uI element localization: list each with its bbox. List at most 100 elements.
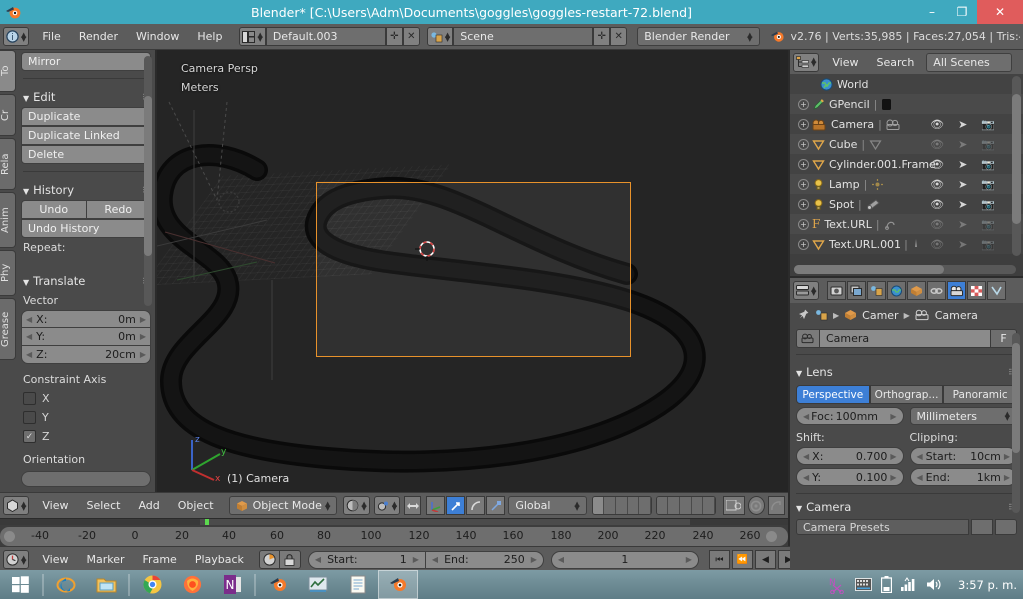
- menu-help[interactable]: Help: [188, 30, 231, 43]
- properties-tab-render-layers[interactable]: [847, 281, 867, 300]
- breadcrumb-object[interactable]: Camer: [862, 309, 898, 322]
- properties-tab-texture[interactable]: [967, 281, 987, 300]
- renderability-camera-icon[interactable]: 📷: [981, 218, 995, 231]
- focal-length-field[interactable]: ◀ Foc: 100mm ▶: [796, 407, 904, 425]
- expand-icon[interactable]: +: [798, 178, 809, 190]
- minimize-button[interactable]: –: [917, 0, 947, 24]
- renderability-camera-icon[interactable]: 📷: [981, 198, 995, 211]
- renderability-camera-icon[interactable]: 📷: [981, 158, 995, 171]
- layer-1[interactable]: [592, 497, 605, 514]
- tab-animation[interactable]: Anim: [0, 192, 16, 248]
- visibility-eye-icon[interactable]: 👁: [930, 178, 944, 191]
- blender-window-icon[interactable]: [378, 570, 418, 599]
- menu-render[interactable]: Render: [70, 30, 127, 43]
- new-scene-button[interactable]: ✛: [593, 27, 611, 46]
- outliner-row-gpencil[interactable]: + GPencil |: [790, 94, 1023, 114]
- render-engine-dropdown[interactable]: Blender Render ▲ ▼: [637, 27, 760, 46]
- panel-header-history[interactable]: ▼History ⠿: [21, 179, 151, 200]
- pivot-point-dropdown[interactable]: ▲ ▼: [373, 496, 401, 515]
- 3d-viewport[interactable]: Camera Persp Meters z y x (1) Camera: [157, 50, 788, 492]
- close-button[interactable]: ✕: [977, 0, 1023, 24]
- outliner-row-cube[interactable]: + Cube | 👁 ➤ 📷: [790, 134, 1023, 154]
- visibility-eye-icon[interactable]: 👁: [930, 138, 944, 151]
- translate-manipulator-button[interactable]: [426, 496, 446, 515]
- tab-tools[interactable]: To: [0, 50, 16, 92]
- menu-view[interactable]: View: [823, 56, 867, 69]
- tab-physics[interactable]: Phy: [0, 250, 16, 296]
- jump-to-start-button[interactable]: ⏮: [708, 550, 730, 569]
- visibility-eye-icon[interactable]: 👁: [930, 218, 944, 231]
- modifier-icon[interactable]: [911, 238, 921, 251]
- properties-tab-render[interactable]: [827, 281, 847, 300]
- blender-icon[interactable]: [258, 570, 298, 599]
- layer-5[interactable]: [639, 497, 651, 514]
- taskbar-clock[interactable]: 3:57 p. m.: [958, 578, 1017, 592]
- outliner-row-cylinder-frame[interactable]: + Cylinder.001.Frame 👁 ➤ 📷: [790, 154, 1023, 174]
- selectability-cursor-icon[interactable]: ➤: [958, 218, 967, 231]
- outliner-vscrollbar[interactable]: [1012, 76, 1021, 256]
- windows-start-icon[interactable]: [0, 570, 40, 599]
- snap-magnet-icon[interactable]: [747, 496, 765, 515]
- menu-playback[interactable]: Playback: [186, 553, 253, 566]
- previous-keyframe-button[interactable]: ⏪: [731, 550, 753, 569]
- maximize-button[interactable]: ❐: [947, 0, 977, 24]
- expand-icon[interactable]: +: [798, 98, 809, 110]
- curve-data-icon[interactable]: [884, 218, 897, 231]
- firefox-icon[interactable]: [172, 570, 212, 599]
- constraint-axis-z-row[interactable]: ✓ Z: [21, 427, 151, 446]
- chrome-icon[interactable]: [132, 570, 172, 599]
- renderability-camera-icon[interactable]: 📷: [981, 238, 995, 251]
- menu-file[interactable]: File: [33, 30, 69, 43]
- record-icon[interactable]: [258, 550, 280, 569]
- transform-orientation-dropdown[interactable]: Global ▲ ▼: [508, 496, 587, 515]
- orientation-dropdown[interactable]: [21, 471, 151, 487]
- panel-header-camera[interactable]: ▼Camera ⠿: [796, 496, 1017, 517]
- menu-marker[interactable]: Marker: [78, 553, 134, 566]
- scene-name-field[interactable]: Scene: [453, 27, 594, 46]
- outliner-hscrollbar[interactable]: [794, 265, 1016, 274]
- onenote-icon[interactable]: N: [212, 570, 252, 599]
- layer-2[interactable]: [604, 497, 616, 514]
- selectability-cursor-icon[interactable]: ➤: [958, 178, 967, 191]
- outliner-row-lamp[interactable]: + Lamp | 👁 ➤ 📷: [790, 174, 1023, 194]
- volume-icon[interactable]: [926, 577, 943, 592]
- manipulator-toggle[interactable]: [404, 496, 422, 515]
- internet-explorer-icon[interactable]: [46, 570, 86, 599]
- delete-screen-layout-button[interactable]: ✕: [402, 27, 420, 46]
- lamp-data-icon[interactable]: [871, 178, 884, 191]
- play-reverse-button[interactable]: ◀: [754, 550, 776, 569]
- menu-object[interactable]: Object: [169, 499, 223, 512]
- lens-type-perspective[interactable]: Perspective: [796, 385, 870, 404]
- mirror-button[interactable]: Mirror: [21, 52, 151, 71]
- checkbox-x[interactable]: [23, 392, 36, 405]
- menu-window[interactable]: Window: [127, 30, 188, 43]
- constraint-axis-x-row[interactable]: X: [21, 389, 151, 408]
- visibility-eye-icon[interactable]: 👁: [930, 198, 944, 211]
- outliner-row-spot[interactable]: + Spot | 👁 ➤ 📷: [790, 194, 1023, 214]
- menu-frame[interactable]: Frame: [134, 553, 186, 566]
- lens-type-orthographic[interactable]: Orthograp...: [869, 385, 944, 404]
- outliner-display-mode-dropdown[interactable]: All Scenes: [926, 52, 1013, 72]
- selectability-cursor-icon[interactable]: ➤: [958, 158, 967, 171]
- lens-type-panoramic[interactable]: Panoramic: [943, 385, 1018, 404]
- layer-3[interactable]: [615, 497, 628, 514]
- scene-icon[interactable]: [815, 309, 828, 322]
- rotate-mode-button[interactable]: [466, 496, 486, 515]
- visibility-eye-icon[interactable]: 👁: [930, 118, 944, 131]
- panel-header-edit[interactable]: ▼Edit ⠿: [21, 86, 151, 107]
- battery-icon[interactable]: [881, 576, 893, 593]
- viewport-shading-dropdown[interactable]: ▲ ▼: [343, 496, 370, 515]
- translate-y-field[interactable]: ◀ Y: 0m ▶: [21, 328, 151, 346]
- toolshelf-scrollbar[interactable]: [144, 56, 152, 306]
- start-frame-field[interactable]: ◀ Start: 1 ▶: [307, 550, 426, 569]
- panel-header-lens[interactable]: ▼Lens ⠿: [796, 361, 1017, 382]
- spot-data-icon[interactable]: [866, 198, 880, 211]
- menu-search[interactable]: Search: [868, 56, 924, 69]
- undo-history-button[interactable]: Undo History: [21, 219, 151, 238]
- current-frame-field[interactable]: ◀ 1 ▶: [550, 550, 699, 569]
- renderability-camera-icon[interactable]: 📷: [981, 178, 995, 191]
- interaction-mode-dropdown[interactable]: Object Mode ▲ ▼: [228, 496, 338, 515]
- translate-z-field[interactable]: ◀ Z: 20cm ▶: [21, 346, 151, 364]
- tab-grease-pencil[interactable]: Grease: [0, 298, 16, 360]
- remove-preset-button[interactable]: [995, 519, 1017, 535]
